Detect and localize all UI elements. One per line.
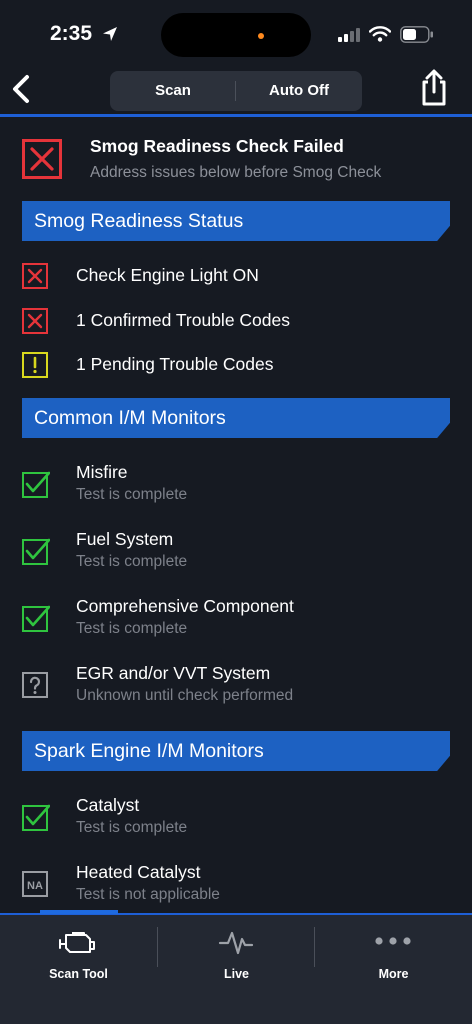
back-chevron-icon[interactable] [10, 74, 34, 104]
section-title: Spark Engine I/M Monitors [34, 740, 264, 762]
section-header-readiness: Smog Readiness Status [22, 201, 450, 241]
monitor-egr-vvt-status: Unknown until check performed [76, 687, 294, 704]
monitor-comprehensive-component-label: Comprehensive Component [76, 596, 294, 616]
monitor-misfire-label: Misfire [76, 462, 128, 482]
complete-check-icon [22, 804, 50, 831]
readiness-item-confirmed-codes: 1 Confirmed Trouble Codes [76, 310, 290, 330]
monitor-catalyst-status: Test is complete [76, 819, 188, 836]
scan-button[interactable]: Scan [110, 71, 236, 111]
tab-label: More [378, 967, 409, 981]
cellular-signal-icon [338, 28, 360, 42]
privacy-indicator-dot [258, 33, 264, 39]
auto-off-button[interactable]: Auto Off [236, 71, 362, 111]
tab-bar: Scan Tool Live More [0, 910, 472, 1024]
monitor-heated-catalyst-status: Test is not applicable [76, 886, 220, 903]
monitor-egr-vvt-label: EGR and/or VVT System [76, 663, 271, 683]
tab-scan-tool[interactable]: Scan Tool [0, 915, 157, 995]
tab-label: Scan Tool [49, 967, 108, 981]
tab-live[interactable]: Live [158, 915, 315, 995]
readiness-item-pending-codes: 1 Pending Trouble Codes [76, 354, 274, 374]
complete-check-icon [22, 605, 50, 632]
fail-x-icon [22, 308, 48, 334]
engine-icon [59, 932, 95, 953]
tab-more[interactable]: More [315, 915, 472, 995]
na-icon-text: NA [27, 880, 43, 892]
navigation-bar: Scan Auto Off [0, 62, 472, 116]
pulse-icon [218, 931, 254, 955]
monitor-misfire-status: Test is complete [76, 486, 188, 503]
readiness-item-check-engine: Check Engine Light ON [76, 265, 259, 285]
section-header-common-monitors: Common I/M Monitors [22, 398, 450, 438]
monitor-catalyst-label: Catalyst [76, 795, 140, 815]
location-arrow-icon [103, 27, 117, 41]
more-dots-icon [375, 937, 411, 945]
status-bar: 2:35 [0, 0, 472, 62]
summary-title: Smog Readiness Check Failed [90, 136, 344, 156]
summary-subtitle: Address issues below before Smog Check [90, 164, 382, 181]
section-title: Smog Readiness Status [34, 210, 244, 232]
status-time: 2:35 [50, 22, 93, 45]
selected-tab-indicator [40, 910, 118, 914]
monitor-fuel-system-status: Test is complete [76, 553, 188, 570]
monitor-heated-catalyst-label: Heated Catalyst [76, 862, 201, 882]
share-icon[interactable] [418, 68, 450, 108]
dynamic-island [161, 13, 311, 57]
monitor-fuel-system-label: Fuel System [76, 529, 174, 549]
scan-mode-segmented-control: Scan Auto Off [110, 71, 362, 111]
smog-check-content[interactable]: Smog Readiness Check Failed Address issu… [0, 117, 472, 913]
fail-x-icon [22, 263, 48, 289]
wifi-icon [369, 26, 391, 42]
failed-x-icon [22, 139, 62, 179]
complete-check-icon [22, 471, 50, 498]
complete-check-icon [22, 538, 50, 565]
warning-exclamation-icon [22, 352, 48, 378]
section-title: Common I/M Monitors [34, 407, 226, 429]
battery-icon [400, 26, 433, 43]
section-header-spark-monitors: Spark Engine I/M Monitors [22, 731, 450, 771]
tab-label: Live [223, 967, 249, 981]
monitor-comprehensive-component-status: Test is complete [76, 620, 188, 637]
unknown-question-icon [22, 672, 48, 698]
not-applicable-icon: NA [22, 871, 48, 897]
